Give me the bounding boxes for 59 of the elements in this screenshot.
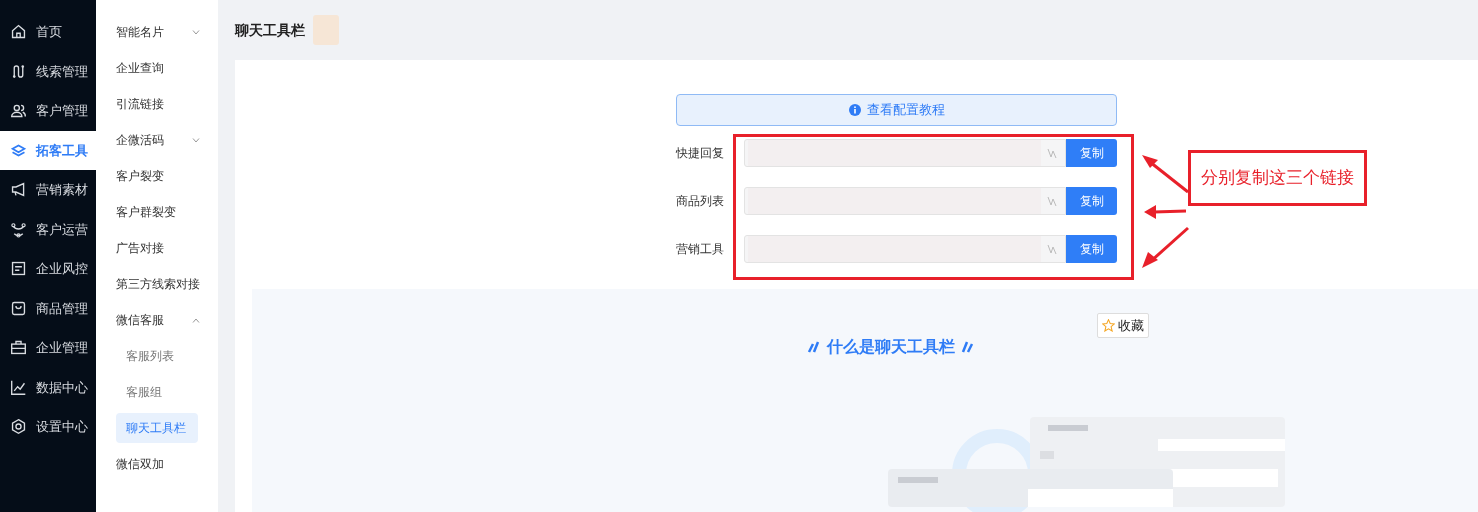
- submenu-item[interactable]: 企微活码: [96, 122, 218, 158]
- link-field[interactable]: [744, 235, 1066, 263]
- submenu-item[interactable]: 引流链接: [96, 86, 218, 122]
- link-field[interactable]: [744, 139, 1066, 167]
- favorite-button[interactable]: 收藏: [1097, 313, 1149, 338]
- nav-item[interactable]: 拓客工具: [0, 130, 96, 170]
- nav-item[interactable]: 企业风控: [0, 249, 96, 289]
- star-icon: [1102, 319, 1115, 332]
- submenu-item[interactable]: 企业查询: [96, 50, 218, 86]
- nav-item[interactable]: 营销素材: [0, 170, 96, 210]
- resize-handle-icon: [1047, 195, 1057, 207]
- field-label: 快捷回复: [676, 145, 725, 162]
- slash-decoration-icon: [807, 340, 821, 354]
- submenu-item[interactable]: 客服列表: [116, 341, 198, 371]
- megaphone-icon: [10, 181, 27, 199]
- slash-decoration-icon: [961, 340, 975, 354]
- chevron-down-icon: [192, 137, 200, 143]
- nav-item[interactable]: 设置中心: [0, 407, 96, 447]
- submenu-item[interactable]: 客户群裂变: [96, 194, 218, 230]
- settings-icon: [10, 418, 27, 436]
- submenu-item[interactable]: 微信客服: [96, 302, 218, 338]
- nav-item[interactable]: 线索管理: [0, 51, 96, 91]
- field-label: 营销工具: [676, 241, 725, 258]
- nav-item[interactable]: 客户运营: [0, 209, 96, 249]
- route-icon: [10, 62, 27, 80]
- home-icon: [10, 23, 27, 41]
- info-icon: [848, 104, 861, 116]
- submenu-item[interactable]: 微信双加: [96, 446, 218, 482]
- document-icon: [10, 260, 27, 278]
- section-heading: 什么是聊天工具栏: [827, 337, 955, 357]
- submenu-item[interactable]: 第三方线索对接: [96, 266, 218, 302]
- field-label: 商品列表: [676, 193, 725, 210]
- nav-item[interactable]: 企业管理: [0, 328, 96, 368]
- submenu-item[interactable]: 客户裂变: [96, 158, 218, 194]
- tutorial-banner[interactable]: 查看配置教程: [676, 94, 1117, 126]
- page-title: 聊天工具栏: [235, 20, 305, 40]
- bag-icon: [10, 299, 27, 317]
- nav-item[interactable]: 客户管理: [0, 91, 96, 131]
- resize-handle-icon: [1047, 243, 1057, 255]
- users-icon: [10, 102, 27, 120]
- briefcase-icon: [10, 339, 27, 357]
- blurred-avatar: [313, 15, 339, 45]
- nav-item[interactable]: 首页: [0, 12, 96, 52]
- submenu-item[interactable]: 智能名片: [96, 14, 218, 50]
- link-field[interactable]: [744, 187, 1066, 215]
- submenu-item[interactable]: 广告对接: [96, 230, 218, 266]
- annotation-label: 分别复制这三个链接: [1188, 150, 1367, 206]
- chevron-up-icon: [192, 317, 200, 323]
- nav-item[interactable]: 数据中心: [0, 367, 96, 407]
- chevron-down-icon: [192, 29, 200, 35]
- copy-button[interactable]: 复制: [1066, 139, 1117, 167]
- resize-handle-icon: [1047, 147, 1057, 159]
- cycle-icon: [10, 220, 27, 238]
- copy-button[interactable]: 复制: [1066, 235, 1117, 263]
- submenu-item[interactable]: 聊天工具栏: [116, 413, 198, 443]
- submenu-item[interactable]: 客服组: [116, 377, 198, 407]
- line-chart-icon: [10, 378, 27, 396]
- nav-item[interactable]: 商品管理: [0, 288, 96, 328]
- copy-button[interactable]: 复制: [1066, 187, 1117, 215]
